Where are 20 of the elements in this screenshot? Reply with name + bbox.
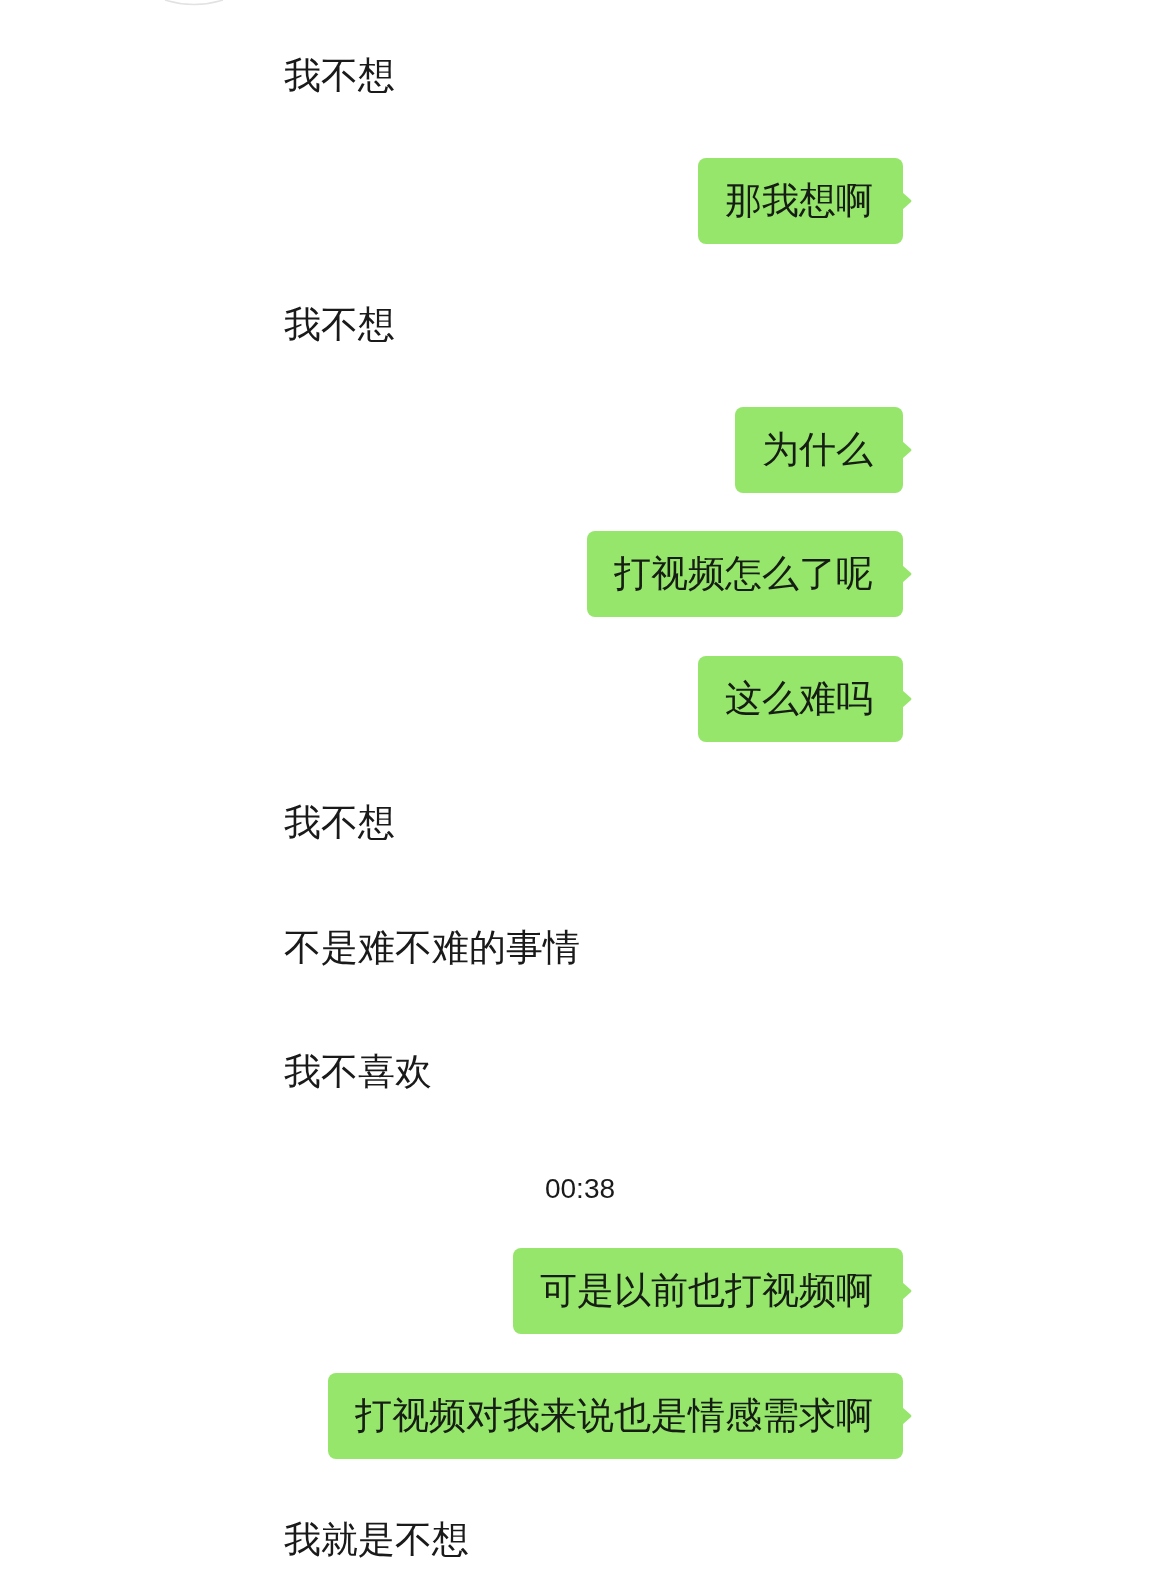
message-bubble: 这么难吗 (698, 655, 903, 742)
message-text: 我不想 (284, 54, 395, 98)
bubble-tail-icon (902, 1282, 912, 1300)
bubble-tail-icon (902, 1406, 912, 1425)
bubble-tail-icon (902, 440, 912, 459)
message-text: 我不喜欢 (284, 1050, 432, 1094)
avatar-icon (164, 0, 224, 6)
bubble-tail-icon (902, 191, 912, 210)
message-text: 我不想 (284, 801, 395, 845)
message-bubble: 打视频对我来说也是情感需求啊 (328, 1372, 903, 1459)
message-bubble: 打视频怎么了呢 (587, 531, 903, 617)
message-bubble: 那我想啊 (698, 157, 903, 244)
bubble-tail-icon (902, 565, 912, 583)
timestamp: 00:38 (544, 1171, 616, 1206)
message-bubble: 为什么 (735, 406, 903, 493)
message-text: 不是难不难的事情 (284, 925, 580, 970)
message-text: 我不想 (284, 303, 395, 347)
message-text: 我就是不想 (284, 1518, 469, 1562)
message-bubble: 可是以前也打视频啊 (513, 1248, 903, 1334)
bubble-tail-icon (902, 689, 912, 708)
